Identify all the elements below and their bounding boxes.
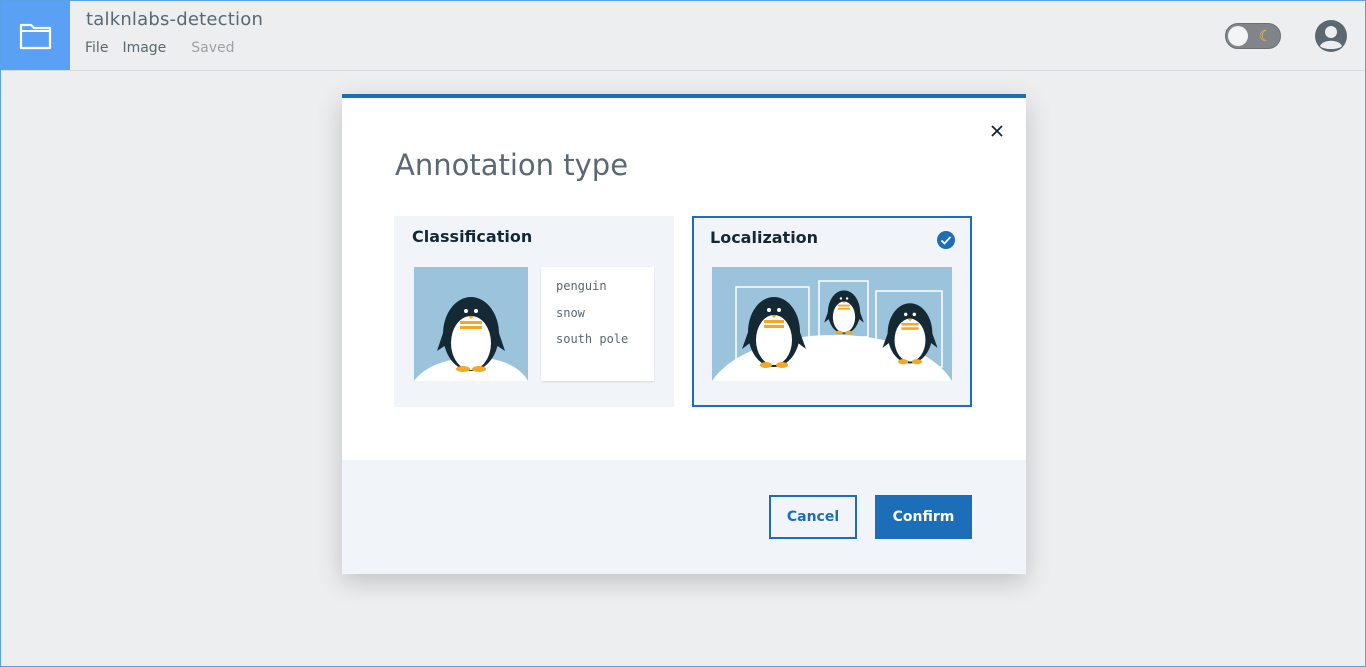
tag-item: south pole [556,332,629,346]
tag-item: penguin [556,279,607,293]
option-label: Localization [710,228,819,247]
app-header: talknlabs-detection File Image Saved ☾ [1,1,1365,71]
option-localization[interactable]: Localization [692,216,972,407]
tag-list: penguin snow south pole [541,267,654,381]
close-icon [991,125,1003,137]
penguins-image [712,267,952,381]
project-title: talknlabs-detection [86,9,264,30]
close-button[interactable] [986,120,1008,142]
penguin-image [414,267,528,381]
folder-icon [19,23,51,49]
menu-bar: File Image Saved [85,40,249,56]
menu-image[interactable]: Image [122,40,166,56]
annotation-type-modal: Annotation type Classification penguin s… [342,94,1026,574]
menu-file[interactable]: File [85,40,108,56]
tag-item: snow [556,305,585,320]
option-label: Classification [412,227,533,246]
option-classification[interactable]: Classification penguin snow south pole [394,216,674,407]
theme-toggle[interactable]: ☾ [1225,23,1281,49]
checkmark-icon [937,231,955,249]
folder-button[interactable] [1,1,70,70]
save-status: Saved [191,40,235,56]
confirm-button[interactable]: Confirm [875,495,972,539]
modal-title: Annotation type [395,148,629,182]
moon-icon: ☾ [1258,27,1272,45]
user-avatar-icon[interactable] [1314,19,1348,53]
toggle-knob [1228,26,1248,46]
cancel-button[interactable]: Cancel [769,495,857,539]
modal-footer: Cancel Confirm [342,460,1026,574]
